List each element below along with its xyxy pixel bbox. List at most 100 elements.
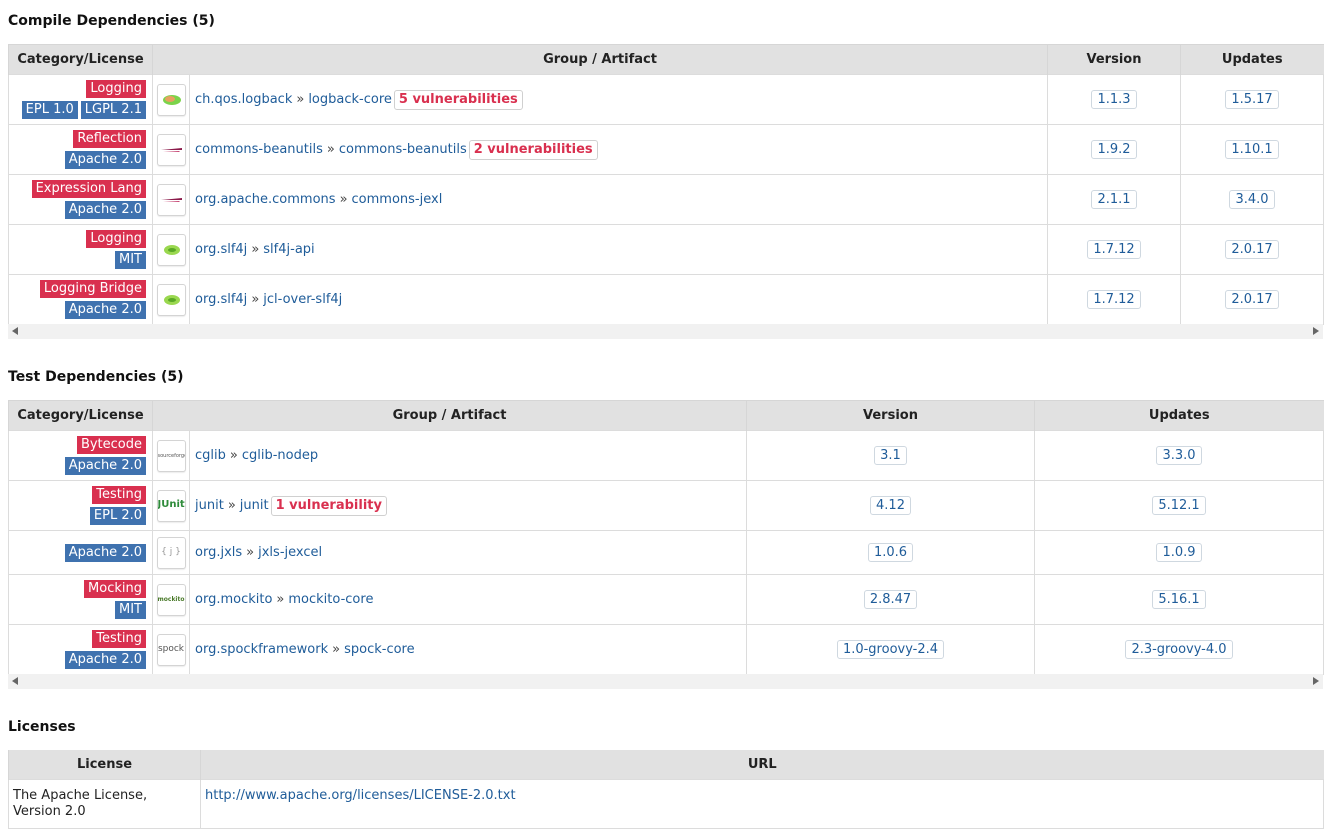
license-badge[interactable]: Apache 2.0 — [64, 543, 146, 562]
version-link[interactable]: 1.9.2 — [1091, 140, 1137, 159]
license-badge[interactable]: EPL 1.0 — [21, 101, 78, 119]
junit-logo-icon[interactable]: JUnit — [156, 489, 186, 522]
category-license-cell: Logging Bridge Apache 2.0 — [8, 274, 153, 325]
group-artifact-cell: junit» junit 1 vulnerability — [189, 480, 747, 531]
category-badge[interactable]: Logging Bridge — [39, 280, 146, 298]
group-link[interactable]: cglib — [195, 448, 226, 463]
version-link[interactable]: 1.0.6 — [867, 543, 914, 562]
table-row: The Apache License, Version 2.0 http://w… — [8, 779, 1324, 829]
slf4j-logo-icon[interactable] — [156, 233, 186, 266]
category-license-cell: Logging MIT — [8, 224, 153, 275]
update-version-link[interactable]: 3.3.0 — [1156, 446, 1202, 465]
artifact-link[interactable]: junit — [240, 498, 269, 513]
group-link[interactable]: commons-beanutils — [195, 142, 323, 157]
apache-feather-logo-icon[interactable] — [156, 183, 186, 216]
group-link[interactable]: org.mockito — [195, 592, 272, 607]
category-badge[interactable]: Reflection — [73, 130, 146, 148]
category-badge[interactable]: Testing — [92, 630, 146, 648]
category-badge[interactable]: Mocking — [84, 580, 146, 598]
artifact-logo-cell — [152, 74, 190, 125]
license-badge[interactable]: MIT — [115, 251, 146, 269]
update-version-link[interactable]: 2.0.17 — [1225, 290, 1279, 309]
group-link[interactable]: org.spockframework — [195, 642, 328, 657]
license-badge[interactable]: Apache 2.0 — [64, 651, 146, 669]
update-version-link[interactable]: 1.5.17 — [1225, 90, 1279, 109]
mockito-logo-icon[interactable]: mockito — [156, 583, 186, 616]
apache-feather-logo-icon[interactable] — [156, 133, 186, 166]
column-header-version[interactable]: Version — [746, 400, 1035, 431]
group-link[interactable]: org.slf4j — [195, 292, 247, 307]
sourceforge-logo-icon[interactable]: sourceforge — [156, 439, 186, 472]
vulnerability-badge[interactable]: 1 vulnerability — [270, 495, 387, 516]
updates-cell: 3.4.0 — [1180, 174, 1324, 225]
category-badge[interactable]: Logging — [86, 230, 146, 248]
version-link[interactable]: 1.7.12 — [1087, 290, 1141, 309]
version-link[interactable]: 2.8.47 — [863, 590, 918, 609]
json-braces-logo-icon[interactable]: { j } — [156, 536, 186, 569]
license-badge[interactable]: Apache 2.0 — [64, 151, 146, 169]
slf4j-logo-icon[interactable] — [156, 283, 186, 316]
column-header-version[interactable]: Version — [1047, 44, 1181, 75]
column-header-category[interactable]: Category/License — [8, 400, 153, 431]
artifact-link[interactable]: cglib-nodep — [242, 448, 318, 463]
category-license-cell: Mocking MIT — [8, 574, 153, 625]
column-header-updates[interactable]: Updates — [1180, 44, 1324, 75]
licenses-title: Licenses — [8, 719, 76, 735]
update-version-link[interactable]: 5.16.1 — [1152, 590, 1206, 609]
version-link[interactable]: 1.0-groovy-2.4 — [836, 640, 945, 659]
compile-table-horizontal-scrollbar[interactable] — [8, 324, 1323, 339]
vulnerability-badge[interactable]: 5 vulnerabilities — [393, 89, 523, 110]
logback-logo-icon[interactable] — [156, 83, 186, 116]
version-link[interactable]: 1.7.12 — [1087, 240, 1141, 259]
category-badge[interactable]: Logging — [86, 80, 146, 98]
artifact-link[interactable]: jcl-over-slf4j — [263, 292, 342, 307]
update-version-link[interactable]: 1.10.1 — [1225, 140, 1279, 159]
artifact-link[interactable]: spock-core — [344, 642, 415, 657]
artifact-link[interactable]: commons-beanutils — [339, 142, 467, 157]
license-badge[interactable]: Apache 2.0 — [64, 301, 146, 319]
license-url-link[interactable]: http://www.apache.org/licenses/LICENSE-2… — [205, 788, 516, 803]
column-header-url[interactable]: URL — [200, 750, 1324, 780]
artifact-link[interactable]: jxls-jexcel — [258, 545, 322, 560]
group-artifact-cell: org.apache.commons» commons-jexl — [189, 174, 1048, 225]
update-version-link[interactable]: 1.0.9 — [1156, 543, 1202, 562]
license-badge[interactable]: Apache 2.0 — [64, 201, 146, 219]
artifact-link[interactable]: slf4j-api — [263, 242, 314, 257]
license-badge[interactable]: Apache 2.0 — [64, 457, 146, 475]
breadcrumb-separator-icon: » — [227, 497, 236, 513]
license-badge[interactable]: EPL 2.0 — [89, 507, 146, 525]
license-badge[interactable]: LGPL 2.1 — [80, 101, 146, 119]
version-link[interactable]: 2.1.1 — [1091, 190, 1137, 209]
license-badge[interactable]: MIT — [115, 601, 146, 619]
update-version-link[interactable]: 2.3-groovy-4.0 — [1125, 640, 1233, 659]
version-link[interactable]: 3.1 — [874, 446, 907, 465]
group-link[interactable]: org.jxls — [195, 545, 242, 560]
update-version-link[interactable]: 2.0.17 — [1225, 240, 1279, 259]
scroll-left-arrow-icon[interactable] — [12, 327, 18, 335]
update-version-link[interactable]: 3.4.0 — [1229, 190, 1275, 209]
artifact-link[interactable]: logback-core — [308, 92, 392, 107]
spock-logo-icon[interactable]: spock — [156, 633, 186, 666]
category-badge[interactable]: Bytecode — [76, 436, 146, 454]
group-link[interactable]: junit — [195, 498, 224, 513]
vulnerability-badge[interactable]: 2 vulnerabilities — [468, 139, 598, 160]
column-header-updates[interactable]: Updates — [1034, 400, 1324, 431]
category-badge[interactable]: Expression Lang — [31, 180, 146, 198]
scroll-right-arrow-icon[interactable] — [1313, 327, 1319, 335]
scroll-right-arrow-icon[interactable] — [1313, 677, 1319, 685]
group-link[interactable]: org.slf4j — [195, 242, 247, 257]
group-link[interactable]: ch.qos.logback — [195, 92, 292, 107]
version-link[interactable]: 4.12 — [870, 496, 911, 515]
column-header-category[interactable]: Category/License — [8, 44, 153, 75]
scroll-left-arrow-icon[interactable] — [12, 677, 18, 685]
update-version-link[interactable]: 5.12.1 — [1152, 496, 1206, 515]
column-header-artifact[interactable]: Group / Artifact — [152, 400, 747, 431]
column-header-artifact[interactable]: Group / Artifact — [152, 44, 1048, 75]
test-table-horizontal-scrollbar[interactable] — [8, 674, 1323, 689]
column-header-license[interactable]: License — [8, 750, 201, 780]
version-link[interactable]: 1.1.3 — [1091, 90, 1137, 109]
group-link[interactable]: org.apache.commons — [195, 192, 336, 207]
artifact-link[interactable]: mockito-core — [288, 592, 373, 607]
category-badge[interactable]: Testing — [92, 486, 146, 504]
artifact-link[interactable]: commons-jexl — [352, 192, 443, 207]
